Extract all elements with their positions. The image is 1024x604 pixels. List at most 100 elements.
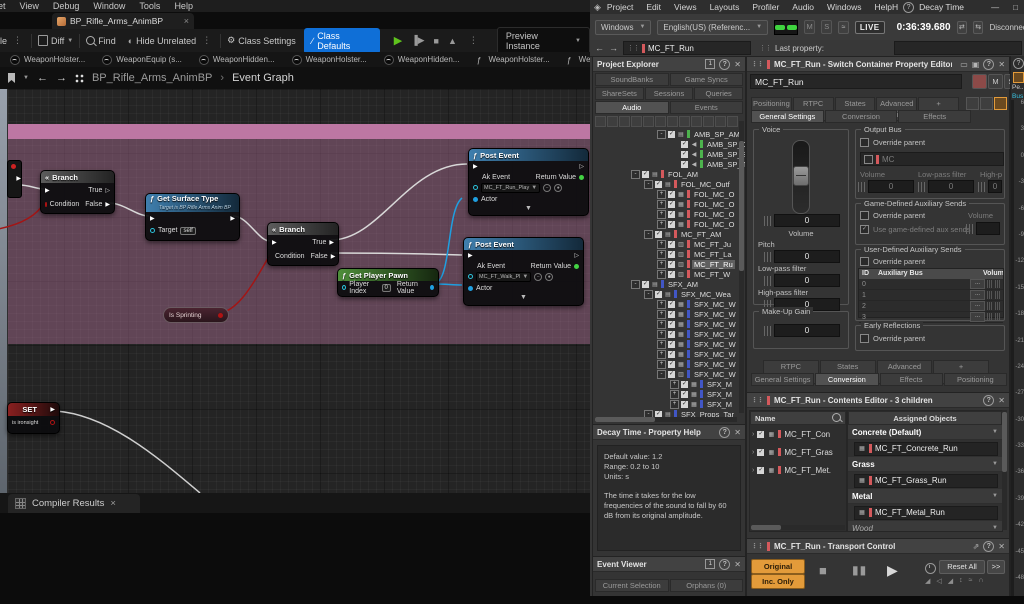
last-property-field[interactable] xyxy=(894,41,1022,55)
close-icon[interactable]: ✕ xyxy=(998,60,1005,69)
toolbar-icon[interactable] xyxy=(595,116,606,127)
close-icon[interactable]: ✕ xyxy=(734,428,741,437)
pause-button[interactable]: ▮▮ xyxy=(852,563,867,577)
checkbox[interactable]: ✓ xyxy=(668,271,675,278)
solo-button[interactable]: S xyxy=(821,20,832,34)
set-variable-node[interactable]: SET▶ is ironsight xyxy=(7,402,60,434)
drag-handle-icon[interactable]: ⋮⋮ xyxy=(751,60,763,68)
help-icon[interactable]: ? xyxy=(903,2,914,13)
tree-item[interactable]: + ✓ SFX_MC_W xyxy=(593,349,745,359)
checkbox[interactable]: ✓ xyxy=(668,331,675,338)
expander-icon[interactable]: + xyxy=(670,390,679,399)
player-index-value[interactable]: 0 xyxy=(382,284,391,292)
tree-item[interactable]: + ✓ SFX_MC_W xyxy=(593,319,745,329)
expander-icon[interactable]: - xyxy=(644,290,653,299)
browse-button[interactable]: ... xyxy=(970,312,985,322)
folder-icon[interactable]: ▭ xyxy=(960,60,968,69)
editor-tab[interactable]: General Settings xyxy=(751,110,824,123)
tree-item[interactable]: + ✓ MC_FT_La xyxy=(593,249,745,259)
document-tab[interactable]: WeaponHidden... xyxy=(384,55,460,65)
checkbox[interactable]: ✓ xyxy=(668,131,675,138)
menu-item[interactable]: Help xyxy=(174,0,193,12)
exec-out-pin[interactable]: ▶ xyxy=(230,215,235,222)
speaker-icon[interactable]: ◁ xyxy=(936,577,941,585)
forward-arrow-icon[interactable]: → xyxy=(56,72,67,84)
tree-item[interactable]: - ✓ FOL_MC_Outf xyxy=(593,179,745,189)
tree-item[interactable]: - ✓ SFX_MC_W xyxy=(593,369,745,379)
expander-icon[interactable]: - xyxy=(657,130,666,139)
child-row[interactable]: › ✓ MC_FT_Met. xyxy=(750,461,846,479)
expander-icon[interactable]: + xyxy=(670,380,679,389)
help-topic-label[interactable]: Decay Time xyxy=(919,2,964,12)
forward-arrow-icon[interactable]: → xyxy=(609,43,618,53)
editor-tab[interactable]: General Settings xyxy=(751,373,814,386)
close-icon[interactable]: ✕ xyxy=(998,396,1005,405)
checkbox[interactable]: ✓ xyxy=(757,449,764,456)
pin-icon[interactable]: ⇗ xyxy=(973,542,980,551)
document-tab[interactable]: WeaponHolster... xyxy=(10,55,85,65)
tree-item[interactable]: ✓ AMB_SP_C xyxy=(593,139,745,149)
play-button[interactable]: ▶ xyxy=(394,34,402,47)
assigned-object-row[interactable]: MC_FT_Concrete_Run xyxy=(848,440,1002,457)
checkbox[interactable]: ✓ xyxy=(681,401,688,408)
actor-pin[interactable] xyxy=(468,286,473,291)
checkbox[interactable]: ✓ xyxy=(642,281,649,288)
return-value-pin[interactable] xyxy=(574,264,579,269)
expander-icon[interactable]: + xyxy=(657,270,666,279)
exec-out-pin[interactable]: ▷ xyxy=(579,163,584,170)
browse-button[interactable]: ... xyxy=(970,301,985,311)
checkbox[interactable]: ✓ xyxy=(668,261,675,268)
tree-vertical-scrollbar[interactable] xyxy=(739,121,744,413)
tree-item[interactable]: + ✓ SFX_M xyxy=(593,379,745,389)
expander-icon[interactable]: + xyxy=(657,210,666,219)
true-exec-pin[interactable]: ▷ xyxy=(105,187,110,194)
close-icon[interactable]: ✕ xyxy=(734,60,741,69)
switch-header[interactable]: Grass▼ xyxy=(848,457,1002,472)
event-graph-canvas[interactable]: ▶ «Branch ▶True▷ ConditionFalse▶ ƒGet Su… xyxy=(0,89,590,493)
object-name-field[interactable]: MC_FT_Run xyxy=(750,74,962,89)
tree-horizontal-scrollbar[interactable] xyxy=(595,417,737,422)
checkbox[interactable]: ✓ xyxy=(668,311,675,318)
minimize-icon[interactable]: — xyxy=(991,3,999,12)
aux-send-row[interactable]: 2 ... xyxy=(859,301,1003,312)
branch-node-1[interactable]: «Branch ▶True▷ ConditionFalse▶ xyxy=(40,170,115,214)
drag-handle-icon[interactable]: ⋮⋮ xyxy=(751,396,763,404)
compile-options-icon[interactable]: ⋮ xyxy=(10,35,25,46)
player-index-pin[interactable] xyxy=(342,285,346,290)
class-settings-button[interactable]: ⚙Class Settings xyxy=(227,35,296,46)
menu-item[interactable]: Edit xyxy=(646,2,661,12)
live-button[interactable]: LIVE xyxy=(855,21,885,34)
checkbox[interactable]: ✓ xyxy=(668,251,675,258)
menu-item[interactable]: Views xyxy=(674,2,697,12)
expander-icon[interactable]: + xyxy=(657,350,666,359)
checkbox[interactable]: ✓ xyxy=(681,141,688,148)
explorer-tab[interactable]: Queries xyxy=(694,87,743,100)
bookmark-icon[interactable] xyxy=(8,73,15,83)
use-game-aux-checkbox[interactable] xyxy=(860,225,869,234)
assigned-object-row[interactable]: MC_FT_Metal_Run xyxy=(848,504,1002,521)
tree-item[interactable]: + ✓ MC_FT_Ju xyxy=(593,239,745,249)
toolbar-icon[interactable] xyxy=(703,116,714,127)
checkbox[interactable]: ✓ xyxy=(681,381,688,388)
explorer-tab[interactable]: SoundBanks xyxy=(595,73,669,86)
mute-button[interactable]: M xyxy=(804,20,815,34)
exec-out-pin[interactable]: ▷ xyxy=(574,252,579,259)
exec-in-pin[interactable]: ▶ xyxy=(272,239,277,246)
clear-icon[interactable]: − xyxy=(543,184,551,192)
expander-icon[interactable]: + xyxy=(657,320,666,329)
actor-pin[interactable] xyxy=(473,197,478,202)
assigned-object-row[interactable]: MC_FT_Grass_Run xyxy=(848,472,1002,489)
exec-pin[interactable]: ▶ xyxy=(16,175,21,182)
document-tab[interactable]: WeaponHolster... xyxy=(292,55,367,65)
expander-icon[interactable]: + xyxy=(657,250,666,259)
menu-item[interactable]: Windows xyxy=(827,2,861,12)
platform-dropdown[interactable]: Windows▼ xyxy=(595,20,651,35)
follow-capture-icon[interactable]: ⇆ xyxy=(973,21,983,34)
override-parent-checkbox[interactable] xyxy=(860,257,869,266)
back-arrow-icon[interactable]: ← xyxy=(37,72,48,84)
target-pin[interactable] xyxy=(150,228,155,233)
language-dropdown[interactable]: English(US) (Referenc...▼ xyxy=(657,20,768,35)
tree-item[interactable]: - ✓ SFX_MC_Wea xyxy=(593,289,745,299)
asset-tab[interactable]: BP_Rifle_Arms_AnimBP × xyxy=(52,13,194,29)
tree-item[interactable]: ✓ AMB_SP_T xyxy=(593,159,745,169)
